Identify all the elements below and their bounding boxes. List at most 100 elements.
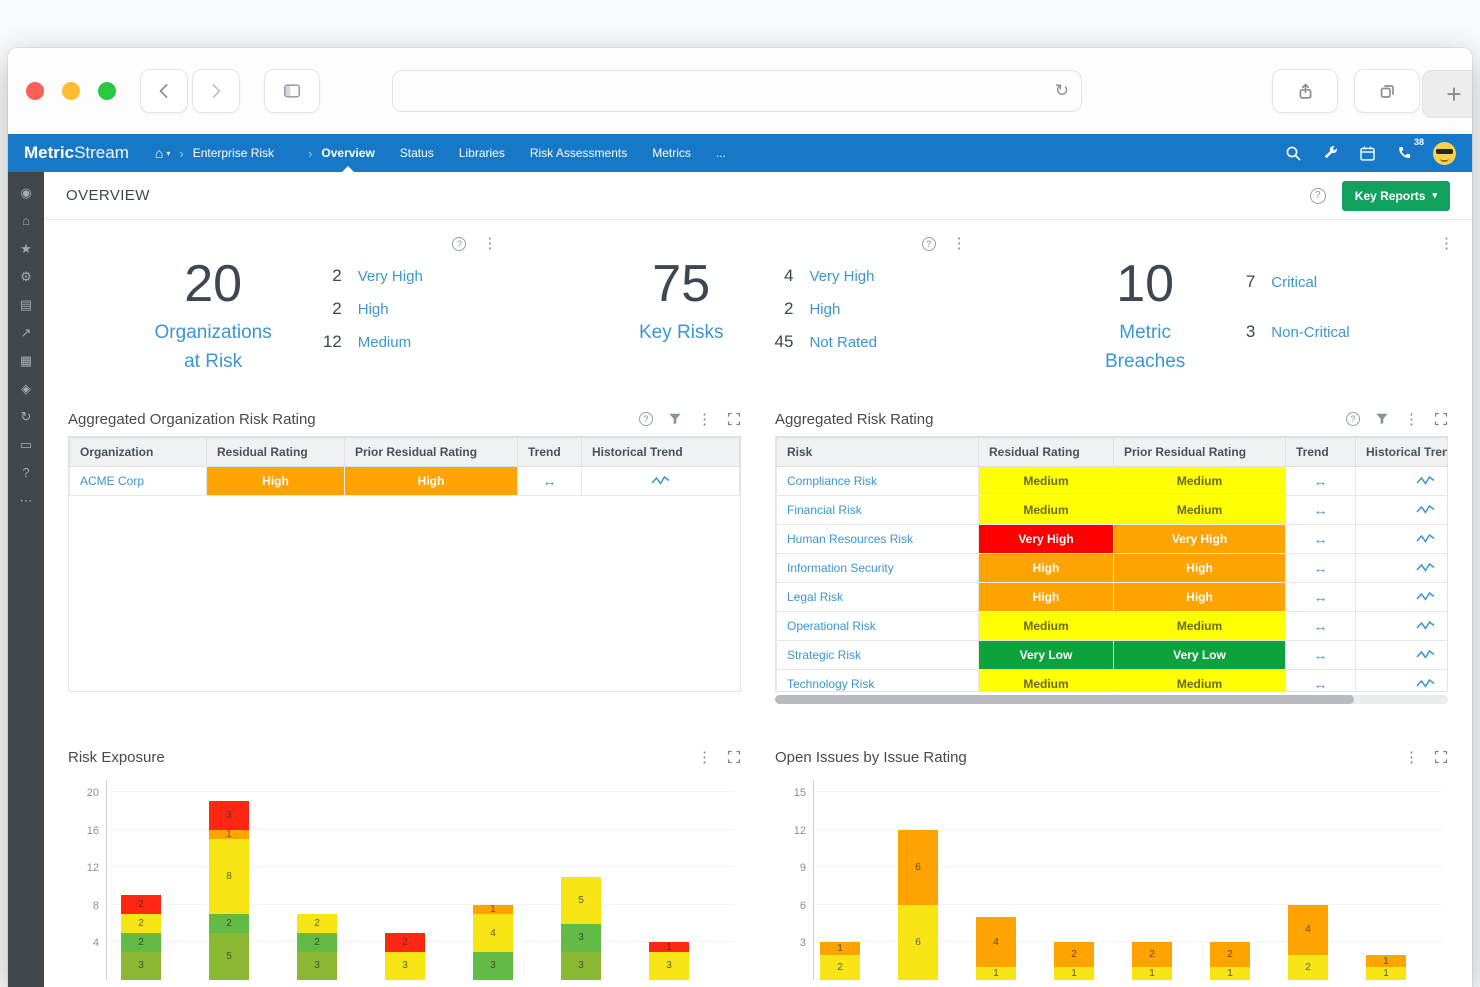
historical-trend-icon[interactable] xyxy=(1356,583,1449,612)
stat-label[interactable]: Key Risks xyxy=(639,319,723,348)
breakdown-label[interactable]: Not Rated xyxy=(809,334,877,351)
breakdown-label[interactable]: Medium xyxy=(358,334,411,351)
bar-segment-orange[interactable]: 2 xyxy=(1132,942,1172,967)
kebab-menu-icon[interactable]: ⋮ xyxy=(697,412,712,427)
kebab-menu-icon[interactable]: ⋮ xyxy=(482,236,497,251)
historical-trend-icon[interactable] xyxy=(1356,612,1449,641)
more-icon[interactable]: ⋯ xyxy=(20,494,33,507)
risk-link[interactable]: Technology Risk xyxy=(777,670,979,693)
report-icon[interactable]: ▤ xyxy=(20,298,32,311)
nav-tab-more[interactable]: ... xyxy=(716,146,726,160)
bar-segment-red[interactable]: 2 xyxy=(121,895,161,914)
help-icon[interactable]: ? xyxy=(22,466,29,479)
bar-segment-red[interactable]: 2 xyxy=(385,933,425,952)
breakdown-label[interactable]: Critical xyxy=(1271,274,1317,291)
bar-segment-orange[interactable]: 2 xyxy=(1210,942,1250,967)
minimize-window-button[interactable] xyxy=(62,82,80,100)
risk-link[interactable]: Financial Risk xyxy=(777,496,979,525)
filter-icon[interactable] xyxy=(668,412,682,426)
bar-segment-yellow[interactable]: 2 xyxy=(1288,955,1328,980)
sync-icon[interactable]: ↻ xyxy=(21,410,32,423)
kebab-menu-icon[interactable]: ⋮ xyxy=(1404,750,1419,765)
sidebar-toggle-button[interactable] xyxy=(264,69,320,113)
bar-segment-yellow[interactable]: 8 xyxy=(209,839,249,914)
kebab-menu-icon[interactable]: ⋮ xyxy=(697,750,712,765)
help-icon[interactable]: ? xyxy=(639,412,653,426)
stat-label[interactable]: Metric Breaches xyxy=(1105,319,1185,376)
historical-trend-icon[interactable] xyxy=(582,467,740,496)
bar-segment-yellow[interactable]: 1 xyxy=(1210,967,1250,980)
bar-segment-red[interactable]: 1 xyxy=(649,942,689,951)
expand-icon[interactable] xyxy=(727,412,741,426)
nav-tab-metrics[interactable]: Metrics xyxy=(652,146,691,160)
zoom-window-button[interactable] xyxy=(98,82,116,100)
risk-link[interactable]: Operational Risk xyxy=(777,612,979,641)
risk-link[interactable]: Compliance Risk xyxy=(777,467,979,496)
reload-icon[interactable]: ↻ xyxy=(1055,81,1069,101)
address-bar[interactable]: ↻ xyxy=(392,70,1082,112)
risk-link[interactable]: Strategic Risk xyxy=(777,641,979,670)
bar-segment-yellow[interactable]: 1 xyxy=(1366,967,1406,980)
expand-icon[interactable] xyxy=(1434,412,1448,426)
bar-segment-orange[interactable]: 4 xyxy=(976,917,1016,967)
kebab-menu-icon[interactable]: ⋮ xyxy=(1439,236,1454,251)
user-avatar[interactable] xyxy=(1433,142,1456,165)
breakdown-label[interactable]: Non-Critical xyxy=(1271,324,1349,341)
historical-trend-icon[interactable] xyxy=(1356,467,1449,496)
risk-icon[interactable]: ◈ xyxy=(21,382,31,395)
horizontal-scrollbar[interactable] xyxy=(775,695,1448,704)
settings-icon[interactable]: ⚙ xyxy=(20,270,32,283)
historical-trend-icon[interactable] xyxy=(1356,525,1449,554)
phone-icon[interactable]: 38 xyxy=(1396,145,1413,162)
risk-link[interactable]: Legal Risk xyxy=(777,583,979,612)
dashboard-icon[interactable]: ◉ xyxy=(20,186,31,199)
help-icon[interactable]: ? xyxy=(1346,412,1360,426)
filter-icon[interactable] xyxy=(1375,412,1389,426)
column-header[interactable]: Prior Residual Rating xyxy=(1114,438,1286,467)
bar-segment-green[interactable]: 3 xyxy=(473,952,513,980)
expand-icon[interactable] xyxy=(1434,750,1448,764)
historical-trend-icon[interactable] xyxy=(1356,554,1449,583)
nav-tab-overview[interactable]: Overview xyxy=(321,146,374,160)
bar-segment-orange[interactable]: 1 xyxy=(1366,955,1406,968)
breakdown-label[interactable]: Very High xyxy=(358,268,423,285)
search-icon[interactable] xyxy=(1285,145,1302,162)
home-icon[interactable]: ⌂ xyxy=(22,214,30,227)
bar-segment-yellow[interactable]: 3 xyxy=(649,952,689,980)
column-header[interactable]: Prior Residual Rating xyxy=(345,438,518,467)
historical-trend-icon[interactable] xyxy=(1356,496,1449,525)
kebab-menu-icon[interactable]: ⋮ xyxy=(952,236,967,251)
bar-segment-yellow[interactable]: 4 xyxy=(473,914,513,952)
nav-tab-libraries[interactable]: Libraries xyxy=(459,146,505,160)
bar-segment-yellow[interactable]: 1 xyxy=(976,967,1016,980)
column-header[interactable]: Historical Trend xyxy=(1356,438,1449,467)
home-icon[interactable]: ⌂▾ xyxy=(155,145,170,161)
column-header[interactable]: Trend xyxy=(518,438,582,467)
bar-segment-yellow[interactable]: 2 xyxy=(820,955,860,980)
bar-segment-orange[interactable]: 6 xyxy=(898,830,938,905)
nav-tab-status[interactable]: Status xyxy=(400,146,434,160)
column-header[interactable]: Residual Rating xyxy=(207,438,345,467)
column-header[interactable]: Trend xyxy=(1286,438,1356,467)
bar-segment-orange[interactable]: 1 xyxy=(473,905,513,914)
close-window-button[interactable] xyxy=(26,82,44,100)
help-icon[interactable]: ? xyxy=(452,237,466,251)
metricstream-logo[interactable]: MetricStream xyxy=(24,143,129,163)
stat-label[interactable]: Organizations at Risk xyxy=(155,319,272,376)
nav-tab-risk-assessments[interactable]: Risk Assessments xyxy=(530,146,627,160)
bar-segment-yellow[interactable]: 2 xyxy=(297,914,337,933)
column-header[interactable]: Risk xyxy=(777,438,979,467)
bar-segment-dgreen[interactable]: 3 xyxy=(121,952,161,980)
bar-segment-yellow[interactable]: 5 xyxy=(561,877,601,924)
bar-segment-dgreen[interactable]: 3 xyxy=(561,952,601,980)
bar-segment-yellow[interactable]: 2 xyxy=(121,914,161,933)
bar-segment-orange[interactable]: 1 xyxy=(209,830,249,839)
breakdown-label[interactable]: High xyxy=(358,301,389,318)
bar-segment-orange[interactable]: 4 xyxy=(1288,905,1328,955)
bar-segment-red[interactable]: 3 xyxy=(209,801,249,829)
risk-link[interactable]: Information Security xyxy=(777,554,979,583)
share-button[interactable] xyxy=(1272,69,1338,113)
tools-icon[interactable] xyxy=(1322,145,1339,162)
breakdown-label[interactable]: Very High xyxy=(809,268,874,285)
breadcrumb-enterprise-risk[interactable]: Enterprise Risk xyxy=(193,146,274,160)
